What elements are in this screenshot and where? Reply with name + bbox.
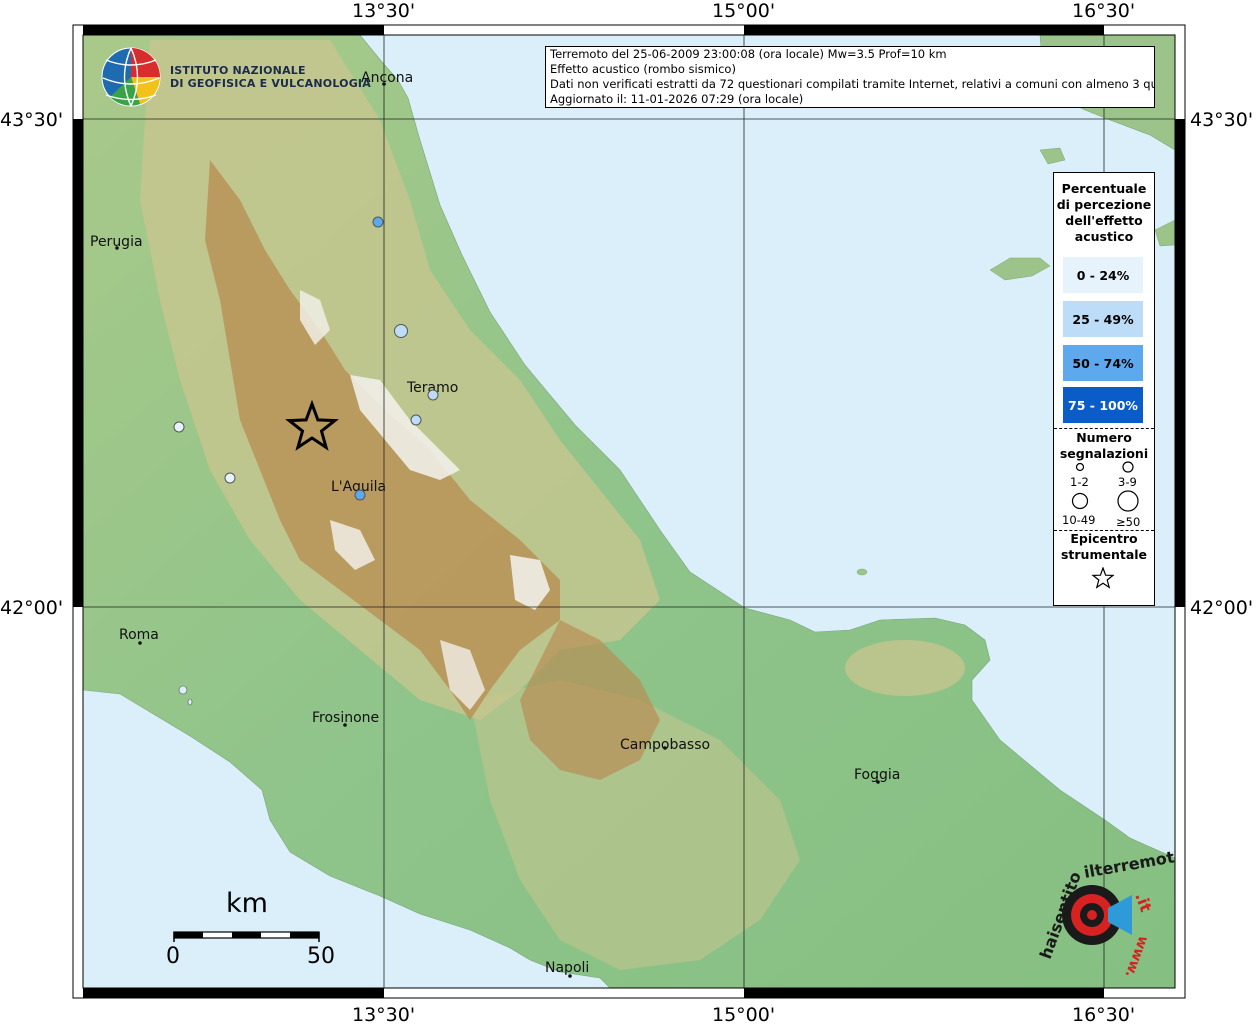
gargano-hills	[845, 640, 965, 696]
city-foggia: Foggia	[854, 767, 900, 783]
scale-unit: km	[226, 888, 268, 919]
legend-panel: Percentuale di percezione dell'effetto a…	[1053, 172, 1155, 606]
legend-title: Percentuale di percezione dell'effetto a…	[1056, 181, 1152, 244]
scale-max: 50	[307, 944, 335, 969]
scale-min: 0	[166, 944, 180, 969]
effect-type: Effetto acustico (rombo sismico)	[550, 62, 736, 76]
report-point[interactable]	[354, 489, 366, 501]
legend-class-1: 25 - 49%	[1063, 301, 1143, 337]
top-tick-3: 16°30'	[1072, 0, 1135, 22]
report-point[interactable]	[427, 389, 439, 401]
size-symbol-4	[1117, 490, 1139, 512]
right-tick-1: 43°30'	[1190, 109, 1253, 131]
city-frosinone: Frosinone	[312, 710, 379, 726]
size-label-2: 3-9	[1118, 475, 1137, 489]
legend-class-2-label: 50 - 74%	[1072, 355, 1134, 371]
size-symbol-1	[1075, 462, 1085, 472]
legend-class-2: 50 - 74%	[1063, 345, 1143, 381]
report-point[interactable]	[224, 472, 236, 484]
lake-nemi	[187, 698, 193, 706]
left-tick-2: 42°00'	[0, 597, 63, 619]
epicenter-title: Epicentro strumentale	[1060, 531, 1148, 562]
map-area: Ancona Perugia Teramo L'Aquila Roma Fros…	[83, 35, 1175, 988]
report-point[interactable]	[394, 324, 408, 338]
top-tick-2: 15°00'	[712, 0, 775, 22]
bottom-tick-2: 15°00'	[712, 1004, 775, 1024]
tremiti-island	[856, 568, 868, 576]
legend-class-0: 0 - 24%	[1063, 257, 1143, 293]
report-point[interactable]	[173, 421, 185, 433]
right-tick-2: 42°00'	[1190, 597, 1253, 619]
legend-star-icon	[1091, 567, 1115, 589]
top-tick-1: 13°30'	[352, 0, 415, 22]
city-roma: Roma	[119, 627, 159, 643]
ingv-logo-icon	[101, 47, 161, 107]
report-point[interactable]	[372, 216, 384, 228]
legend-class-0-label: 0 - 24%	[1076, 267, 1130, 283]
logo-line-2: DI GEOFISICA E VULCANOLOGIA	[170, 77, 371, 90]
legend-class-1-label: 25 - 49%	[1072, 311, 1134, 327]
size-symbol-3	[1071, 492, 1089, 510]
bottom-tick-3: 16°30'	[1072, 1004, 1135, 1024]
updated-at: Aggiornato il: 11-01-2026 07:29 (ora loc…	[550, 92, 804, 106]
bottom-tick-1: 13°30'	[352, 1004, 415, 1024]
event-info-box: Terremoto del 25-06-2009 23:00:08 (ora l…	[545, 46, 1155, 108]
ingv-logo-text: ISTITUTO NAZIONALE DI GEOFISICA E VULCAN…	[170, 64, 371, 90]
size-symbol-2	[1122, 461, 1134, 473]
legend-divider-1	[1054, 428, 1154, 429]
event-title: Terremoto del 25-06-2009 23:00:08 (ora l…	[550, 47, 947, 61]
city-perugia: Perugia	[90, 234, 143, 250]
report-point[interactable]	[410, 414, 422, 426]
size-label-1: 1-2	[1070, 475, 1089, 489]
city-napoli: Napoli	[545, 960, 589, 976]
lake-albano	[178, 685, 188, 695]
size-label-4: ≥50	[1116, 515, 1141, 529]
legend-class-3: 75 - 100%	[1063, 387, 1143, 423]
size-label-3: 10-49	[1062, 513, 1096, 527]
city-campobasso: Campobasso	[620, 737, 710, 753]
data-note: Dati non verificati estratti da 72 quest…	[550, 77, 1155, 91]
logo-line-1: ISTITUTO NAZIONALE	[170, 64, 306, 77]
left-tick-1: 43°30'	[0, 109, 63, 131]
legend-class-3-label: 75 - 100%	[1068, 397, 1138, 413]
